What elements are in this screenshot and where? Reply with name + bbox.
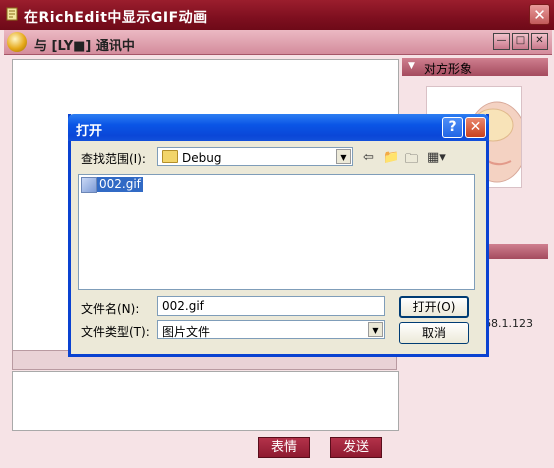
lookin-value: Debug (182, 151, 222, 165)
peer-avatar-header[interactable]: ▼ 对方形象 (402, 58, 548, 76)
cancel-button[interactable]: 取消 (399, 322, 469, 344)
chat-status-icon (7, 32, 27, 52)
chevron-down-icon[interactable]: ▼ (368, 322, 383, 337)
file-name: 002.gif (97, 177, 143, 192)
filename-value: 002.gif (162, 299, 204, 313)
info-header (486, 244, 548, 259)
chat-title-bar: 与 [LY■] 通讯中 — □ ✕ (4, 30, 552, 55)
app-icon (6, 7, 18, 21)
view-menu-icon[interactable]: ▦▾ (427, 150, 446, 165)
message-input[interactable] (12, 371, 399, 431)
app-close-button[interactable]: ✕ (529, 4, 550, 25)
app-title-bar: 在RichEdit中显示GIF动画 ✕ (0, 0, 554, 30)
dialog-title-bar: 打开 ? ✕ (68, 114, 489, 141)
chevron-down-icon[interactable]: ▼ (336, 149, 351, 164)
collapse-arrow-icon: ▼ (408, 61, 415, 71)
peer-ip: 68.1.123 (484, 317, 533, 330)
filetype-label: 文件类型(T): (81, 325, 150, 339)
chat-title: 与 [LY■] 通讯中 (34, 39, 135, 54)
filename-field[interactable]: 002.gif (157, 296, 385, 316)
back-icon[interactable]: ⇦ (363, 150, 374, 165)
dialog-title: 打开 (76, 124, 103, 139)
open-file-dialog: 打开 ? ✕ 查找范围(I): Debug ▼ ⇦ 📁 🗀 ▦▾ 002.gif… (68, 114, 489, 357)
minimize-button[interactable]: — (493, 33, 510, 50)
filename-label: 文件名(N): (81, 302, 140, 316)
lookin-label: 查找范围(I): (81, 152, 146, 166)
emoticon-button[interactable]: 表情 (258, 437, 310, 458)
file-list[interactable]: 002.gif (78, 174, 475, 290)
chat-window-controls: — □ ✕ (491, 33, 548, 50)
send-button[interactable]: 发送 (330, 437, 382, 458)
open-button[interactable]: 打开(O) (399, 296, 469, 318)
filetype-value: 图片文件 (162, 325, 211, 339)
up-folder-icon[interactable]: 📁 (383, 150, 399, 165)
filetype-combo[interactable]: 图片文件 ▼ (157, 320, 385, 339)
help-button[interactable]: ? (442, 117, 463, 138)
peer-avatar-header-label: 对方形象 (424, 62, 473, 76)
new-folder-icon[interactable]: 🗀 (405, 150, 418, 172)
lookin-combo[interactable]: Debug ▼ (157, 147, 353, 166)
close-button[interactable]: ✕ (531, 33, 548, 50)
folder-icon (162, 150, 178, 163)
maximize-button[interactable]: □ (512, 33, 529, 50)
dialog-close-button[interactable]: ✕ (465, 117, 486, 138)
app-title: 在RichEdit中显示GIF动画 (24, 10, 208, 26)
image-file-icon (81, 177, 97, 193)
